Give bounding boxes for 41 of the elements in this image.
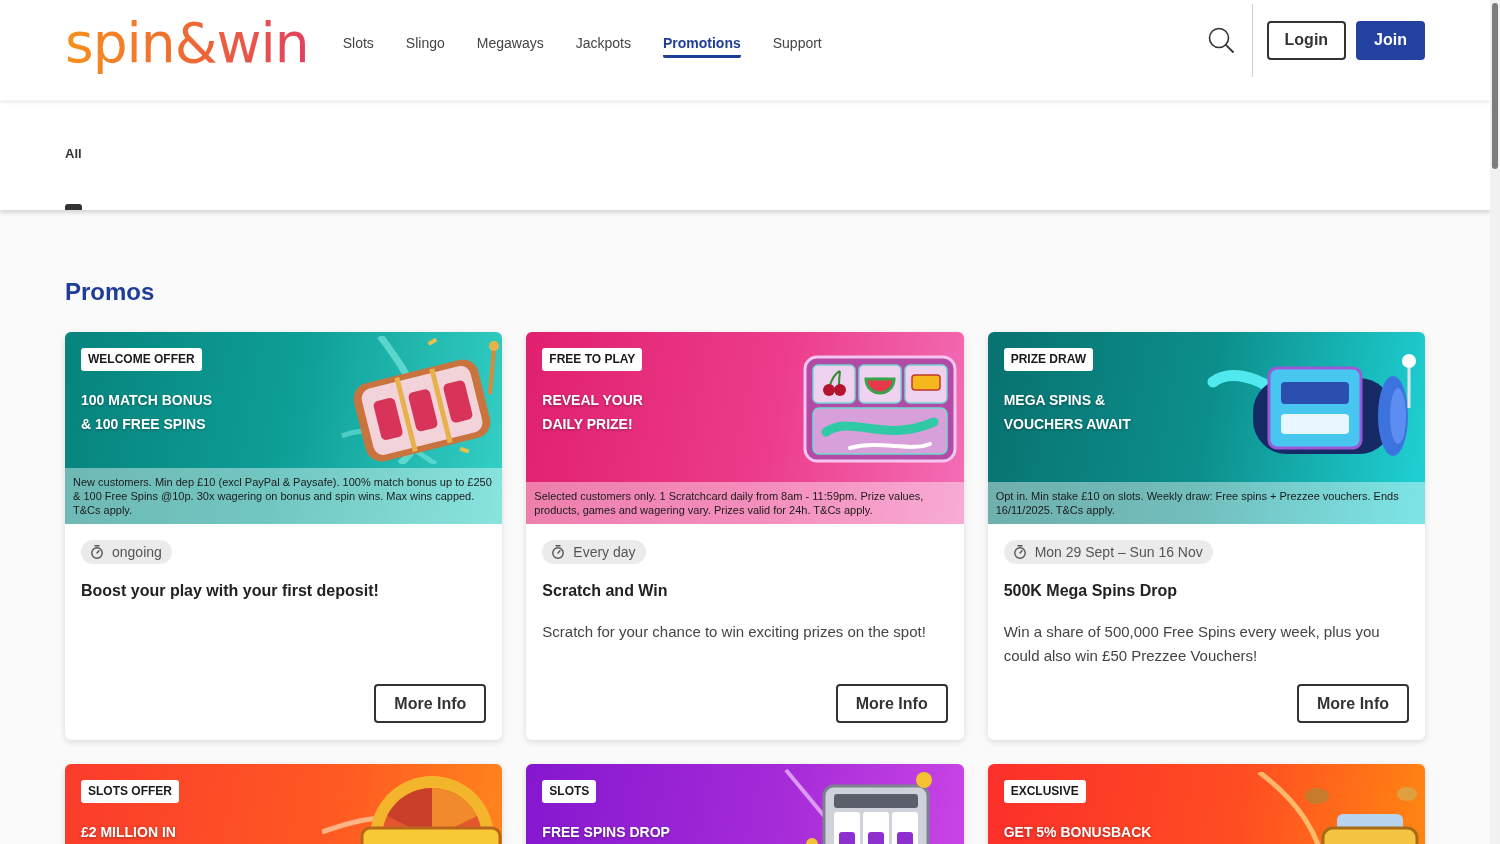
terms-text: Opt in. Min stake £10 on slots. Weekly draw: Free spins + Prezzee vouchers. Ends 16/11/2025. T&Cs apply. <box>987 482 1425 524</box>
join-button[interactable]: Join <box>1356 20 1425 60</box>
promo-headline: REVEAL YOUR DAILY PRIZE! <box>542 391 644 434</box>
scrollbar-thumb[interactable] <box>1492 3 1498 169</box>
more-info-button[interactable]: More Info <box>1297 684 1409 723</box>
promo-tag: FREE TO PLAY <box>542 348 643 371</box>
nav-link[interactable]: Promotions <box>662 34 741 58</box>
promo-tag: SLOTS <box>542 780 597 803</box>
period-text: Mon 29 Sept – Sun 16 Nov <box>1034 544 1203 560</box>
section-title: Promos <box>65 277 156 307</box>
nav-link[interactable]: Jackpots <box>575 34 631 58</box>
promo-title: Scratch and Win <box>542 581 668 601</box>
period-text: Every day <box>573 544 636 560</box>
promo-tag: SLOTS OFFER <box>81 780 179 803</box>
terms-text: Selected customers only. 1 Scratchcard daily from 8am - 11:59pm. Prize values, products, games and wagering vary. Prizes valid for 24h. T&Cs apply. <box>526 482 964 524</box>
promo-title: 500K Mega Spins Drop <box>1003 581 1178 601</box>
stopwatch-icon <box>1012 545 1027 559</box>
nav-link[interactable]: Slots <box>342 34 374 58</box>
promo-tag: PRIZE DRAW <box>1003 348 1093 371</box>
promo-description: Scratch for your chance to win exciting prizes on the spot! <box>542 622 926 642</box>
stopwatch-icon <box>90 545 104 559</box>
nav-link[interactable]: Megaways <box>476 34 544 58</box>
promo-title: Boost your play with your first deposit! <box>81 581 379 601</box>
promo-headline: MEGA SPINS & VOUCHERS AWAIT <box>1003 391 1132 434</box>
stopwatch-icon <box>551 545 566 559</box>
period-text: ongoing <box>112 544 162 560</box>
promo-headline: FREE SPINS DROP <box>542 823 671 842</box>
search-icon[interactable] <box>1207 27 1234 53</box>
nav-link[interactable]: Support <box>772 34 822 58</box>
nav-link[interactable]: Slingo <box>405 34 445 58</box>
login-button[interactable]: Login <box>1266 20 1347 60</box>
more-info-button[interactable]: More Info <box>374 684 487 723</box>
terms-text: New customers. Min dep £10 (excl PayPal & Paysafe). 100% match bonus up to £250 & 100 Free Spins @10p. 30x wagering on bonus and spin wins. Max wins capped. T&Cs apply. <box>65 468 503 524</box>
promo-description: Win a share of 500,000 Free Spins every week, plus you could also win £50 Prezzee Vouchers! <box>1003 622 1381 666</box>
promo-headline: 100 MATCH BONUS & 100 FREE SPINS <box>81 391 214 434</box>
promo-headline: £2 MILLION IN <box>81 823 177 842</box>
more-info-button[interactable]: More Info <box>835 684 948 723</box>
promo-headline: GET 5% BONUSBACK <box>1003 823 1153 842</box>
promo-tag: WELCOME OFFER <box>81 348 202 371</box>
filter-tab[interactable]: All <box>65 146 82 210</box>
promo-tag: EXCLUSIVE <box>1003 780 1086 803</box>
